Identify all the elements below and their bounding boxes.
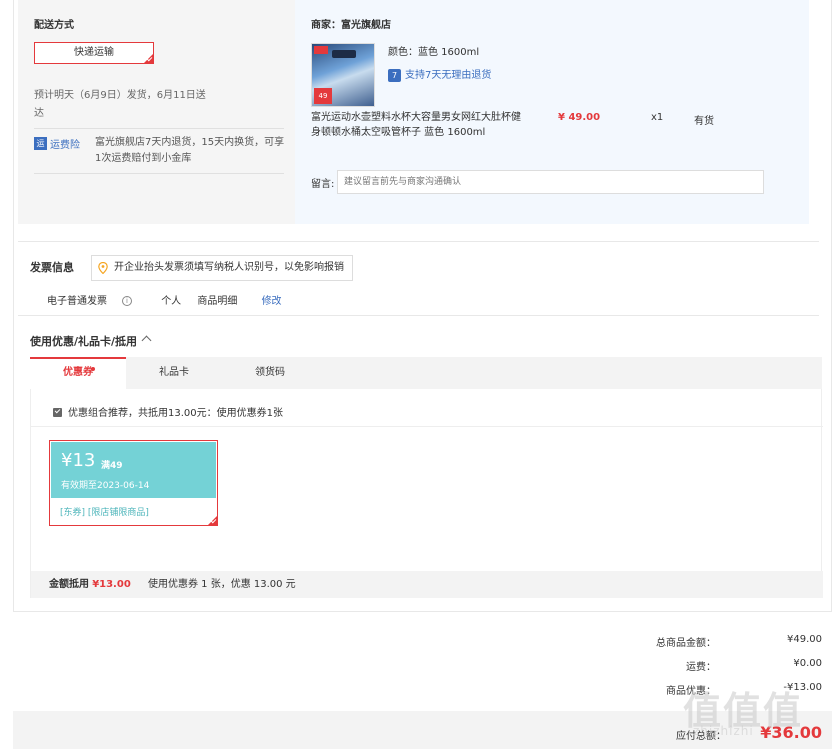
section-divider [18, 241, 819, 242]
coupon-amount: ¥13 [61, 450, 96, 471]
return-icon: 7 [388, 68, 401, 82]
combo-recommend[interactable]: 优惠组合推荐，共抵用13.00元：使用优惠券1张 [53, 404, 283, 419]
new-dot-icon [91, 367, 95, 371]
insurance-link[interactable]: 运费险 [50, 136, 80, 151]
freight-insurance-row: 运 运费险 富光旗舰店7天内退货，15天内换货，可享1次运费赔付到小金库 [34, 128, 284, 174]
invoice-edit-link[interactable]: 修改 [262, 296, 282, 307]
return-text: 支持7天无理由退货 [405, 70, 492, 81]
shop-name: 商家：富光旗舰店 [311, 20, 391, 31]
image-price-tag: 49 [314, 88, 332, 104]
shipping-method-label: 快递运输 [74, 47, 114, 58]
combo-checkbox[interactable] [53, 408, 62, 417]
total-goods-label: 总商品金额： [656, 638, 716, 649]
bottle-lid-icon [332, 50, 356, 58]
invoice-content: 商品明细 [197, 296, 238, 307]
deduct-label: 金额抵用 [49, 579, 89, 590]
delivery-date: 预计明天（6月9日）发货，6月11日送达 [34, 90, 206, 119]
invoice-holder: 个人 [161, 296, 182, 307]
tab-coupon-label: 优惠券 [63, 367, 93, 378]
invoice-tip: 开企业抬头发票须填写纳税人识别号，以免影响报销 [91, 255, 353, 281]
combo-text: 优惠组合推荐，共抵用13.00元：使用优惠券1张 [68, 408, 283, 419]
location-pin-icon [98, 262, 108, 274]
invoice-tip-text: 开企业抬头发票须填写纳税人识别号，以免影响报销 [114, 262, 344, 273]
invoice-type: 电子普通发票 i [47, 296, 145, 307]
invoice-details: 电子普通发票 i 个人 商品明细 修改 [47, 292, 295, 307]
shipping-method-button[interactable]: 快递运输 [34, 42, 154, 64]
insurance-desc: 富光旗舰店7天内退货，15天内换货，可享1次运费赔付到小金库 [95, 137, 285, 164]
product-title[interactable]: 富光运动水壶塑料水杯大容量男女网红大肚杯健身顿顿水桶太空吸管杯子 蓝色 1600… [311, 110, 523, 140]
selected-check-icon [144, 54, 153, 63]
freight-value: ¥0.00 [793, 658, 822, 669]
product-attribute: 颜色：蓝色 1600ml [388, 47, 480, 58]
coupon-condition: 满49 [101, 461, 123, 471]
watermark: 值值值 zhizhizhi [683, 680, 823, 740]
coupon-valid-date: 有效期至2023-06-14 [61, 481, 150, 491]
tab-gift-card[interactable]: 礼品卡 [126, 357, 222, 389]
total-goods-value: ¥49.00 [787, 634, 822, 645]
deduct-amount: ¥13.00 [92, 579, 131, 590]
product-quantity: x1 [651, 112, 664, 123]
shipping-label: 配送方式 [34, 20, 74, 31]
coupon-card[interactable]: ¥13 满49 有效期至2023-06-14 [东券] [限店铺限商品] [49, 440, 218, 526]
coupon-card-top: ¥13 满49 有效期至2023-06-14 [51, 442, 216, 498]
remark-label: 留言: [311, 179, 335, 190]
coupon-section-toggle[interactable]: 使用优惠/礼品卡/抵用 [30, 333, 152, 349]
tab-pickup-code[interactable]: 领货码 [222, 357, 318, 389]
invoice-type-label: 电子普通发票 [47, 296, 107, 307]
coupon-section-title: 使用优惠/礼品卡/抵用 [30, 335, 138, 348]
panel-divider [31, 426, 823, 427]
coupon-summary: 金额抵用 ¥13.00 使用优惠券 1 张，优惠 13.00 元 [31, 571, 823, 598]
remark-input[interactable] [337, 170, 764, 194]
invoice-title: 发票信息 [30, 261, 74, 274]
coupon-scope: [东券] [限店铺限商品] [60, 508, 149, 518]
coupon-tabs: 优惠券 礼品卡 领货码 [30, 357, 822, 389]
brand-tag-icon [314, 46, 328, 54]
shipping-panel: 配送方式 快递运输 预计明天（6月9日）发货，6月11日送达 运 运费险 富光旗… [18, 0, 295, 224]
info-icon[interactable]: i [122, 296, 132, 306]
freight-label: 运费： [686, 662, 716, 673]
chevron-up-icon [141, 335, 152, 346]
product-price: ¥ 49.00 [558, 112, 601, 123]
shipping-order-block: 配送方式 快递运输 预计明天（6月9日）发货，6月11日送达 运 运费险 富光旗… [18, 0, 809, 224]
section-divider [18, 315, 819, 316]
stock-status: 有货 [694, 116, 714, 127]
tab-coupon[interactable]: 优惠券 [30, 357, 126, 389]
watermark-site: zhizhizhi [693, 724, 754, 738]
order-panel: 商家：富光旗舰店 49 颜色：蓝色 1600ml 7 支持7天无理由退货 富光运动… [295, 0, 809, 224]
selected-check-icon [208, 516, 217, 525]
product-image[interactable]: 49 [311, 43, 375, 107]
deduct-desc: 使用优惠券 1 张，优惠 13.00 元 [147, 579, 296, 590]
coupon-panel: 优惠组合推荐，共抵用13.00元：使用优惠券1张 ¥13 满49 有效期至202… [30, 389, 823, 598]
return-policy: 7 支持7天无理由退货 [388, 66, 491, 82]
insurance-icon: 运 [34, 137, 47, 150]
